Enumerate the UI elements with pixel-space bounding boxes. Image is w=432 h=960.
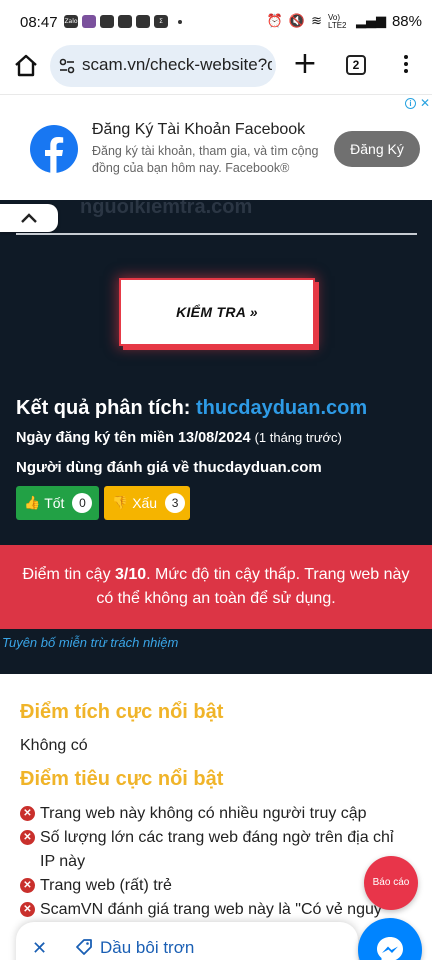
close-icon[interactable]: ✕ xyxy=(32,938,47,959)
status-bar: 08:47 Zalo Σ ⏰ 🔇 ≋ Vo) LTE2 ▂▄▆ 88% xyxy=(0,0,432,44)
positive-none: Không có xyxy=(20,737,88,754)
vote-bad-label: Xấu xyxy=(132,495,158,511)
registration-date: Ngày đăng ký tên miền 13/08/2024 xyxy=(16,430,251,446)
tag-icon xyxy=(76,939,92,955)
vote-bad-button[interactable]: 👎 Xấu 3 xyxy=(104,486,190,520)
negative-item-text: Trang web này không có nhiều người truy … xyxy=(40,805,367,822)
x-circle-icon: ✕ xyxy=(20,806,35,821)
bottom-suggestion-bar: ✕ Dầu bôi trơn xyxy=(16,922,358,960)
negative-item-text: ScamVN đánh giá trang web này là "Có vẻ … xyxy=(40,901,382,918)
registration-info: Ngày đăng ký tên miền 13/08/2024 (1 thán… xyxy=(16,430,342,446)
network-label: Vo) LTE2 xyxy=(327,12,347,30)
vote-good-label: Tốt xyxy=(44,495,65,511)
ad-info-icon[interactable]: i xyxy=(405,98,416,109)
notification-icons: Zalo Σ xyxy=(64,15,182,28)
negative-item: ✕ ScamVN đánh giá trang web này là "Có vẻ… xyxy=(20,898,400,922)
negative-list: ✕ Trang web này không có nhiều người truy… xyxy=(20,802,400,922)
browser-menu-button[interactable] xyxy=(398,52,414,78)
ad-description: Đăng ký tài khoản, tham gia, và tìm cộng… xyxy=(92,144,319,175)
home-button[interactable] xyxy=(12,52,40,80)
trust-score-alert: Điểm tin cậy 3/10. Mức độ tin cậy thấp. … xyxy=(0,545,432,629)
messenger-chat-button[interactable] xyxy=(358,918,422,960)
mute-icon: 🔇 xyxy=(288,14,306,29)
registration-relative: (1 tháng trước) xyxy=(254,430,342,445)
ad-banner[interactable]: i ✕ Đăng Ký Tài Khoản Facebook Đăng ký t… xyxy=(0,94,432,200)
disclaimer-link[interactable]: Tuyên bố miễn trừ trách nhiệm xyxy=(2,635,178,650)
tab-switcher-button[interactable]: 2 xyxy=(346,55,366,75)
alarm-icon: ⏰ xyxy=(266,14,283,29)
negative-item: ✕ Trang web này không có nhiều người truy… xyxy=(20,802,400,826)
user-rating-label: Người dùng đánh giá về thucdayduan.com xyxy=(16,459,322,476)
collapse-ad-button[interactable] xyxy=(0,204,58,232)
trust-score: 3/10 xyxy=(115,566,147,583)
browser-toolbar: scam.vn/check-website?d + 2 xyxy=(0,44,432,94)
signal-icon: ▂▄▆ xyxy=(355,14,386,29)
wifi-icon: ≋ xyxy=(311,14,322,29)
battery-level: 88% xyxy=(391,13,422,30)
negative-item: ✕ Trang web (rất) trẻ xyxy=(20,874,400,898)
chevron-up-icon xyxy=(21,213,37,223)
x-circle-icon: ✕ xyxy=(20,878,35,893)
report-button[interactable]: Báo cáo xyxy=(364,856,418,910)
result-domain-link[interactable]: thucdayduan.com xyxy=(196,397,367,419)
ad-close-icon[interactable]: ✕ xyxy=(420,96,430,110)
home-icon xyxy=(15,54,37,77)
x-circle-icon: ✕ xyxy=(20,830,35,845)
vote-bad-count: 3 xyxy=(165,493,186,513)
x-circle-icon: ✕ xyxy=(20,902,35,917)
zalo-icon: Zalo xyxy=(64,15,78,28)
result-heading: Kết quả phân tích: thucdayduan.com xyxy=(16,397,367,420)
gallery-icon xyxy=(118,15,132,28)
negative-item-text: Số lượng lớn các trang web đáng ngờ trên… xyxy=(40,829,394,870)
checker-panel: nguoikiemtra.com KIỂM TRA » Kết quả phân… xyxy=(0,200,432,674)
status-time: 08:47 xyxy=(20,14,58,31)
site-settings-icon[interactable] xyxy=(58,57,76,75)
thumbs-down-icon: 👎 xyxy=(112,495,129,511)
alert-prefix: Điểm tin cậy xyxy=(22,566,116,583)
messenger-notification-icon xyxy=(100,15,114,28)
sigma-icon: Σ xyxy=(154,15,168,28)
result-label: Kết quả phân tích: xyxy=(16,397,191,419)
viber-icon xyxy=(82,15,96,28)
negative-item-text: Trang web (rất) trẻ xyxy=(40,877,172,894)
url-text[interactable]: scam.vn/check-website?d xyxy=(82,55,272,75)
vote-good-count: 0 xyxy=(72,493,93,513)
ad-title[interactable]: Đăng Ký Tài Khoản Facebook xyxy=(92,121,305,139)
address-bar[interactable]: scam.vn/check-website?d xyxy=(50,45,276,87)
thumbs-up-icon: 👍 xyxy=(24,495,41,511)
negative-heading: Điểm tiêu cực nổi bật xyxy=(20,768,224,790)
positive-heading: Điểm tích cực nổi bật xyxy=(20,701,224,723)
ghost-domain-text: nguoikiemtra.com xyxy=(80,200,253,218)
new-tab-button[interactable]: + xyxy=(290,49,320,80)
input-underline xyxy=(16,233,417,235)
negative-item: ✕ Số lượng lớn các trang web đáng ngờ trê… xyxy=(20,826,400,874)
more-notifications-dot xyxy=(178,19,182,24)
calendar-icon xyxy=(136,15,150,28)
ad-signup-button[interactable]: Đăng Ký xyxy=(334,131,420,167)
system-icons: ⏰ 🔇 ≋ Vo) LTE2 ▂▄▆ 88% xyxy=(267,13,422,30)
messenger-icon xyxy=(377,937,403,960)
facebook-logo-icon xyxy=(30,125,78,173)
vote-good-button[interactable]: 👍 Tốt 0 xyxy=(16,486,99,520)
check-button[interactable]: KIỂM TRA » xyxy=(119,278,315,346)
suggestion-text[interactable]: Dầu bôi trơn xyxy=(100,938,194,958)
